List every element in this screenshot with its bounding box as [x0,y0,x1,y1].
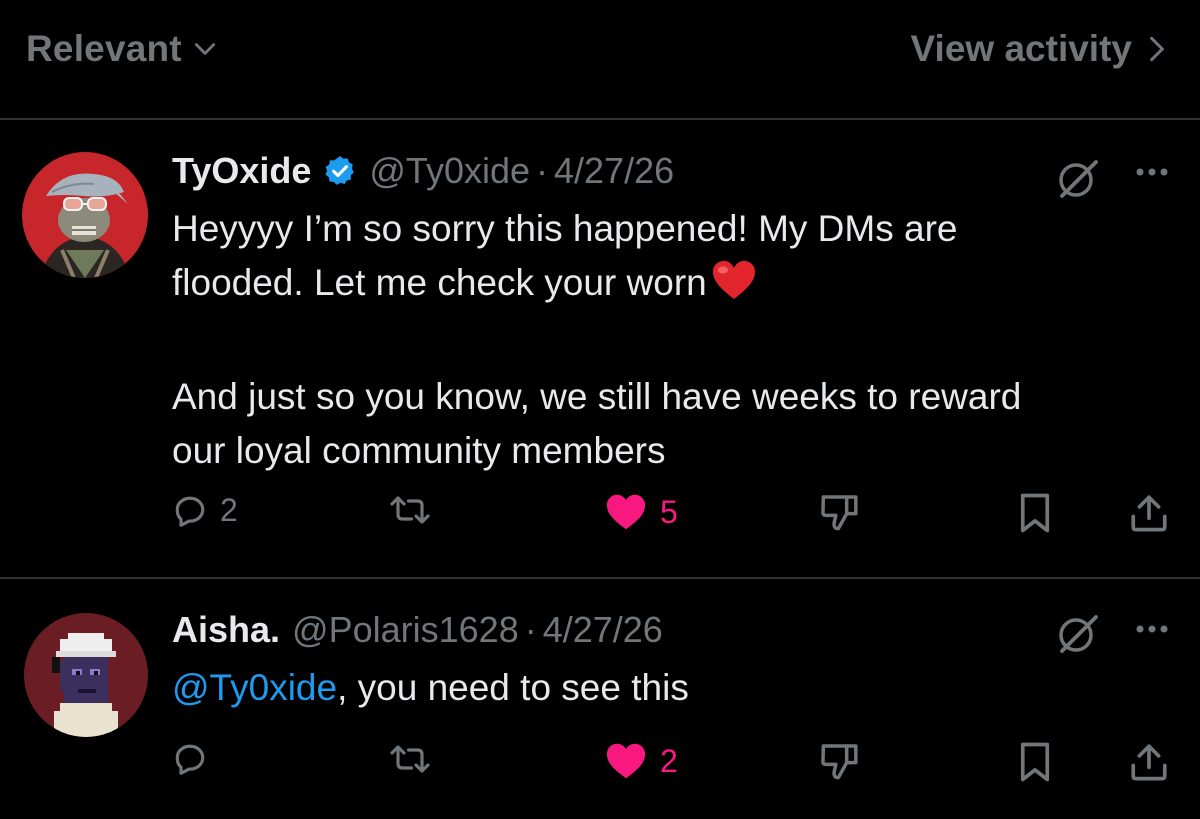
chevron-right-icon [1150,36,1164,62]
tweet-actions: 2 [0,741,1200,791]
timestamp[interactable]: 4/27/26 [554,150,674,192]
repost-icon [390,745,430,773]
bookmark-button[interactable] [1016,741,1054,783]
like-button[interactable]: 2 [604,741,678,781]
more-icon[interactable] [1132,619,1172,644]
reply-count: 2 [220,492,238,528]
dislike-button[interactable] [818,492,862,532]
tweet-header: TyOxide @Ty0xide · 4/27/26 [172,150,674,192]
share-button[interactable] [1128,741,1170,783]
repost-icon [390,496,430,524]
verified-badge-icon [323,154,357,188]
like-icon [606,743,646,779]
display-name[interactable]: TyOxide [172,150,311,192]
sort-label: Relevant [26,28,182,69]
tweet-text-line: , you need to see this [337,667,689,708]
reply-button[interactable] [172,741,220,777]
dislike-icon [821,744,858,780]
bookmark-button[interactable] [1016,492,1054,534]
tweet-header: Aisha. @Polaris1628 · 4/27/26 [172,609,663,651]
share-icon [1131,495,1167,532]
reply-icon [175,496,205,527]
separator: · [536,150,549,191]
tweet-actions: 2 5 [0,492,1200,542]
bookmark-icon [1020,742,1050,782]
grok-icon[interactable] [1056,611,1100,660]
repost-button[interactable] [388,741,444,777]
reply-button[interactable]: 2 [172,492,238,529]
repost-button[interactable] [388,492,444,528]
like-button[interactable]: 5 [604,492,678,532]
like-count: 2 [660,742,678,779]
more-icon[interactable] [1132,162,1172,187]
sort-dropdown[interactable]: Relevant [26,28,218,70]
red-heart-emoji [711,259,757,316]
share-icon [1131,744,1167,781]
view-activity-link[interactable]: View activity [911,28,1168,70]
chevron-down-icon [194,43,215,55]
reply-tweet[interactable]: TyOxide @Ty0xide · 4/27/26 Heyyyy I’m so… [0,120,1200,578]
bookmark-icon [1020,493,1050,533]
like-count: 5 [660,493,678,530]
mention-link[interactable]: @Ty0xide [172,667,337,708]
view-activity-label: View activity [910,28,1132,69]
separator: · [524,609,537,650]
avatar[interactable] [24,613,148,737]
reply-tweet[interactable]: Aisha. @Polaris1628 · 4/27/26 @Ty0xide, … [0,579,1200,819]
tweet-text-line: Heyyyy I’m so sorry this happened! My DM… [172,208,958,249]
replies-header: Relevant View activity [0,0,1200,120]
timestamp[interactable]: 4/27/26 [543,609,663,651]
tweet-text: Heyyyy I’m so sorry this happened! My DM… [172,202,1172,478]
reply-icon [175,744,205,775]
handle[interactable]: @Ty0xide [369,150,530,192]
dislike-button[interactable] [818,741,862,781]
dislike-icon [821,495,858,531]
tweet-text: @Ty0xide, you need to see this [172,661,1172,715]
handle[interactable]: @Polaris1628 [292,609,519,651]
avatar[interactable] [22,152,148,278]
tweet-text-line: our loyal community members [172,430,666,471]
tweet-text-line: And just so you know, we still have week… [172,376,1022,417]
tweet-text-line: flooded. Let me check your worn [172,262,707,303]
like-icon [606,494,646,530]
display-name[interactable]: Aisha. [172,609,280,651]
share-button[interactable] [1128,492,1170,534]
grok-icon[interactable] [1056,156,1100,205]
